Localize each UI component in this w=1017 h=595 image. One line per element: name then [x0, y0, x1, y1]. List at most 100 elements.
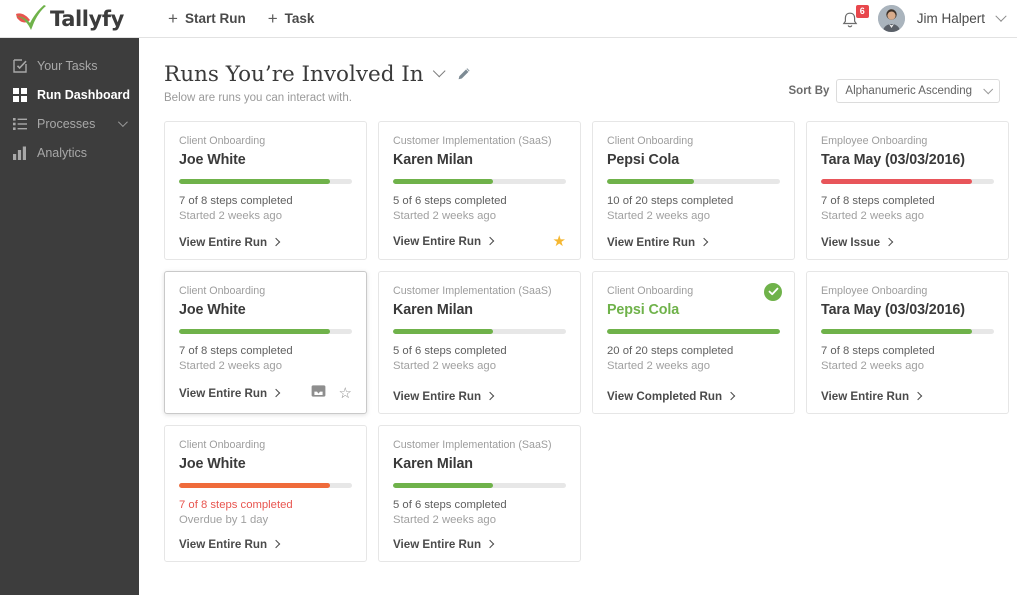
chevron-down-icon[interactable]	[995, 10, 1007, 22]
page-header: Runs You’re Involved In Below are runs y…	[164, 62, 1009, 104]
card-action-label: View Entire Run	[179, 235, 268, 249]
star-filled-icon[interactable]: ★	[553, 234, 566, 249]
card-footer: View Entire Run	[393, 526, 566, 551]
task-button[interactable]: + Task	[268, 10, 315, 27]
task-label: Task	[284, 11, 315, 26]
run-card[interactable]: Client Onboarding Joe White 7 of 8 steps c…	[164, 121, 367, 260]
plus-icon: +	[168, 9, 178, 28]
card-time-text: Started 2 weeks ago	[393, 359, 496, 372]
chevron-right-icon	[913, 391, 923, 401]
app-logo[interactable]: Tallyfy	[14, 4, 146, 33]
card-action-link[interactable]: View Entire Run	[179, 537, 281, 551]
card-process-name: Client Onboarding	[607, 135, 694, 147]
run-card[interactable]: Client Onboarding Joe White 7 of 8 steps c…	[164, 424, 367, 562]
sidebar-label-analytics: Analytics	[37, 145, 88, 160]
card-steps-text: 10 of 20 steps completed	[607, 194, 734, 207]
progress-bar-fill	[821, 178, 972, 184]
card-action-link[interactable]: View Entire Run	[179, 235, 281, 249]
progress-bar-fill	[821, 328, 972, 334]
card-action-label: View Entire Run	[179, 537, 268, 551]
run-card[interactable]: Customer Implementation (SaaS) Karen Mila…	[378, 424, 581, 562]
run-card[interactable]: Employee Onboarding Tara May (03/03/2016)…	[806, 270, 1009, 414]
card-action-link[interactable]: View Issue	[821, 236, 894, 249]
card-action-link[interactable]: View Completed Run	[607, 389, 736, 403]
card-run-name: Pepsi Cola	[607, 301, 680, 318]
card-action-link[interactable]: View Entire Run	[393, 390, 495, 403]
card-footer: View Entire Run	[821, 378, 994, 403]
card-action-link[interactable]: View Entire Run	[179, 387, 281, 400]
run-card[interactable]: Client Onboarding Pepsi Cola 10 of 20 step…	[592, 121, 795, 260]
card-process-name: Customer Implementation (SaaS)	[393, 135, 552, 147]
top-bar: Tallyfy + Start Run + Task 6 Jim Halpert	[0, 0, 1017, 38]
top-bar-right: 6 Jim Halpert	[840, 4, 1007, 32]
card-footer: View Entire Run	[393, 378, 566, 403]
run-card[interactable]: Employee Onboarding Tara May (03/03/2016)…	[806, 121, 1009, 260]
progress-bar-fill	[607, 178, 694, 184]
card-process-name: Client Onboarding	[179, 438, 266, 451]
card-action-label: View Completed Run	[607, 389, 723, 403]
page-title: Runs You’re Involved In	[164, 62, 424, 87]
chevron-right-icon	[271, 388, 281, 398]
start-run-button[interactable]: + Start Run	[168, 10, 246, 27]
card-process-name: Employee Onboarding	[821, 284, 928, 297]
sidebar-item-your-tasks[interactable]: Your Tasks	[0, 51, 139, 80]
card-action-label: View Entire Run	[821, 389, 910, 403]
card-action-link[interactable]: View Entire Run	[393, 234, 495, 248]
card-time-text: Started 2 weeks ago	[393, 513, 496, 526]
card-time-text: Overdue by 1 day	[179, 513, 269, 526]
card-footer: View Entire Run ☆	[179, 372, 352, 403]
run-card[interactable]: Customer Implementation (SaaS) Karen Mila…	[378, 270, 581, 414]
notifications-button[interactable]: 6	[840, 4, 869, 32]
card-action-link[interactable]: View Entire Run	[821, 389, 923, 403]
chevron-down-icon[interactable]	[117, 117, 128, 128]
card-process-name: Customer Implementation (SaaS)	[393, 284, 552, 297]
archive-icon[interactable]	[311, 384, 326, 403]
card-action-label: View Entire Run	[393, 234, 482, 248]
sort-by-select[interactable]: Alphanumeric Ascending	[836, 79, 1000, 103]
card-run-name: Pepsi Cola	[607, 151, 680, 168]
progress-bar-track	[179, 482, 352, 488]
progress-bar-track	[393, 482, 566, 488]
card-footer-icons: ☆	[311, 384, 352, 403]
checklist-icon	[13, 58, 33, 73]
card-run-name: Karen Milan	[393, 301, 473, 318]
progress-bar-track	[393, 178, 566, 184]
star-outline-icon[interactable]: ☆	[339, 386, 352, 401]
chevron-down-icon[interactable]	[432, 64, 446, 78]
user-name[interactable]: Jim Halpert	[917, 11, 985, 26]
card-process-name: Employee Onboarding	[821, 135, 928, 147]
run-card[interactable]: Client Onboarding Pepsi Cola 20 of 20 step…	[592, 270, 795, 414]
card-run-name: Tara May (03/03/2016)	[821, 151, 965, 168]
notification-count-badge: 6	[855, 4, 869, 18]
card-time-text: Started 2 weeks ago	[179, 209, 282, 222]
chevron-right-icon	[485, 539, 495, 549]
chevron-right-icon	[485, 391, 495, 401]
card-process-name: Client Onboarding	[179, 135, 266, 147]
card-process-name: Client Onboarding	[607, 284, 694, 297]
sidebar-item-analytics[interactable]: Analytics	[0, 138, 139, 167]
chevron-right-icon	[884, 238, 894, 247]
card-run-name: Joe White	[179, 301, 246, 318]
run-card[interactable]: Client Onboarding Joe White 7 of 8 steps c…	[164, 270, 367, 414]
sidebar-item-run-dashboard[interactable]: Run Dashboard	[0, 80, 139, 109]
sidebar-item-processes[interactable]: Processes	[0, 109, 139, 138]
card-action-link[interactable]: View Entire Run	[393, 538, 495, 551]
progress-bar-fill	[393, 482, 494, 488]
card-steps-text: 20 of 20 steps completed	[607, 344, 734, 357]
pencil-icon[interactable]	[456, 67, 471, 82]
user-avatar[interactable]	[877, 5, 905, 32]
progress-bar-track	[393, 328, 566, 334]
chevron-right-icon	[699, 238, 709, 247]
chevron-right-icon	[271, 539, 281, 549]
grid-icon	[13, 87, 33, 102]
progress-bar-track	[607, 328, 780, 334]
chevron-right-icon	[726, 391, 736, 401]
card-footer: View Completed Run	[607, 378, 780, 403]
card-steps-text: 5 of 6 steps completed	[393, 194, 507, 207]
run-card[interactable]: Customer Implementation (SaaS) Karen Mila…	[378, 121, 581, 260]
card-action-link[interactable]: View Entire Run	[607, 235, 709, 249]
card-time-text: Started 2 weeks ago	[821, 209, 924, 222]
card-time-text: Started 2 weeks ago	[393, 209, 496, 222]
progress-bar-track	[821, 328, 994, 334]
card-action-label: View Entire Run	[607, 235, 696, 249]
